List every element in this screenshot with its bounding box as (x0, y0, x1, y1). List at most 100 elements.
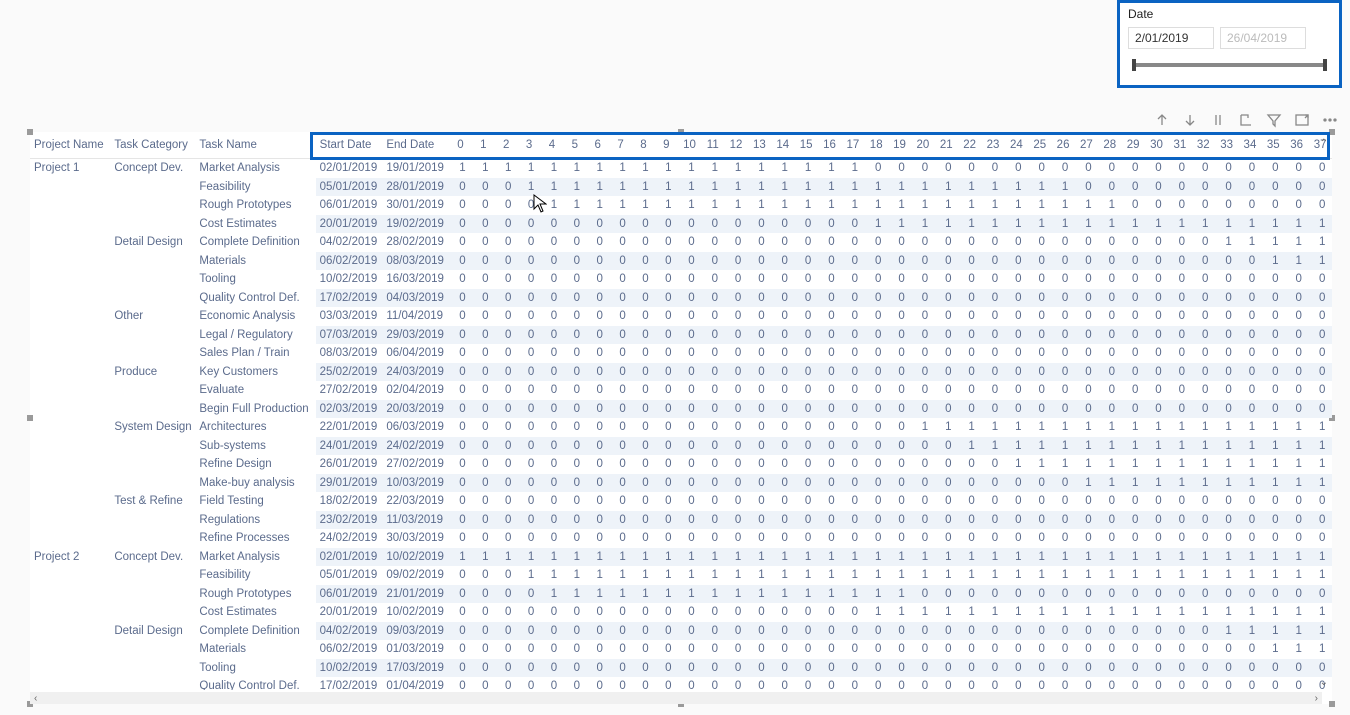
col-day-16[interactable]: 16 (818, 132, 841, 159)
matrix-visual[interactable]: Project Name Task Category Task Name Sta… (30, 132, 1332, 704)
col-day-4[interactable]: 4 (541, 132, 564, 159)
col-day-24[interactable]: 24 (1005, 132, 1028, 159)
table-row[interactable]: Rough Prototypes06/01/201921/01/20190000… (30, 585, 1332, 604)
date-start-input[interactable] (1128, 27, 1214, 49)
table-row[interactable]: Quality Control Def.17/02/201904/03/2019… (30, 289, 1332, 308)
cell-value: 1 (449, 548, 472, 567)
cell-value: 0 (888, 270, 911, 289)
col-day-20[interactable]: 20 (911, 132, 934, 159)
col-day-3[interactable]: 3 (518, 132, 541, 159)
col-day-21[interactable]: 21 (935, 132, 958, 159)
col-day-35[interactable]: 35 (1262, 132, 1285, 159)
table-row[interactable]: Cost Estimates20/01/201910/02/2019000000… (30, 603, 1332, 622)
table-row[interactable]: Refine Design26/01/201927/02/20190000000… (30, 455, 1332, 474)
col-day-30[interactable]: 30 (1145, 132, 1168, 159)
date-slicer[interactable]: Date (1117, 0, 1342, 88)
col-day-9[interactable]: 9 (655, 132, 678, 159)
horizontal-scrollbar[interactable]: ‹ › (30, 692, 1322, 704)
col-day-1[interactable]: 1 (472, 132, 495, 159)
col-day-31[interactable]: 31 (1168, 132, 1191, 159)
col-day-13[interactable]: 13 (748, 132, 771, 159)
table-row[interactable]: Project 2Concept Dev.Market Analysis02/0… (30, 548, 1332, 567)
col-day-12[interactable]: 12 (724, 132, 747, 159)
col-day-36[interactable]: 36 (1285, 132, 1308, 159)
drill-down-on-icon[interactable] (1182, 112, 1198, 128)
col-day-18[interactable]: 18 (865, 132, 888, 159)
col-project[interactable]: Project Name (30, 132, 110, 159)
date-slider[interactable] (1132, 63, 1327, 67)
resize-handle[interactable] (1329, 701, 1335, 707)
col-day-26[interactable]: 26 (1051, 132, 1074, 159)
col-day-8[interactable]: 8 (632, 132, 655, 159)
table-row[interactable]: Evaluate27/02/201902/04/2019000000000000… (30, 381, 1332, 400)
table-row[interactable]: Quality Control Def.17/02/201901/04/2019… (30, 677, 1332, 690)
scroll-right-icon[interactable]: › (1315, 693, 1318, 704)
col-day-34[interactable]: 34 (1238, 132, 1261, 159)
table-row[interactable]: Tooling10/02/201916/03/20190000000000000… (30, 270, 1332, 289)
col-day-11[interactable]: 11 (701, 132, 724, 159)
cell-value: 0 (678, 418, 701, 437)
col-day-0[interactable]: 0 (449, 132, 472, 159)
col-end[interactable]: End Date (382, 132, 449, 159)
col-start[interactable]: Start Date (316, 132, 383, 159)
col-day-25[interactable]: 25 (1028, 132, 1051, 159)
table-row[interactable]: ProduceKey Customers25/02/201924/03/2019… (30, 363, 1332, 382)
col-day-10[interactable]: 10 (678, 132, 701, 159)
table-row[interactable]: Cost Estimates20/01/201919/02/2019000000… (30, 215, 1332, 234)
table-row[interactable]: Rough Prototypes06/01/201930/01/20190000… (30, 196, 1332, 215)
slider-thumb-end[interactable] (1323, 59, 1327, 71)
col-day-5[interactable]: 5 (563, 132, 586, 159)
col-day-17[interactable]: 17 (841, 132, 864, 159)
col-day-15[interactable]: 15 (794, 132, 817, 159)
scroll-down-icon[interactable]: ⌄ (1320, 677, 1328, 688)
col-day-23[interactable]: 23 (981, 132, 1004, 159)
drill-through-icon[interactable] (1238, 112, 1254, 128)
table-row[interactable]: Regulations23/02/201911/03/2019000000000… (30, 511, 1332, 530)
table-row[interactable]: Sub-systems24/01/201924/02/2019000000000… (30, 437, 1332, 456)
table-row[interactable]: Materials06/02/201908/03/201900000000000… (30, 252, 1332, 271)
table-row[interactable]: Feasibility05/01/201909/02/2019000111111… (30, 566, 1332, 585)
focus-mode-icon[interactable] (1294, 112, 1310, 128)
filter-icon[interactable] (1266, 112, 1282, 128)
col-day-27[interactable]: 27 (1075, 132, 1098, 159)
drill-up-icon[interactable] (1154, 112, 1170, 128)
table-row[interactable]: Make-buy analysis29/01/201910/03/2019000… (30, 474, 1332, 493)
table-row[interactable]: Materials06/02/201901/03/201900000000000… (30, 640, 1332, 659)
cell-value: 0 (1215, 585, 1238, 604)
table-row[interactable]: Tooling10/02/201917/03/20190000000000000… (30, 659, 1332, 678)
cell-value: 0 (935, 585, 958, 604)
col-category[interactable]: Task Category (110, 132, 195, 159)
matrix-table[interactable]: Project Name Task Category Task Name Sta… (30, 132, 1332, 690)
col-day-32[interactable]: 32 (1192, 132, 1215, 159)
table-row[interactable]: Sales Plan / Train08/03/201906/04/201900… (30, 344, 1332, 363)
cell-category: Detail Design (110, 233, 195, 252)
col-day-6[interactable]: 6 (586, 132, 609, 159)
table-row[interactable]: Legal / Regulatory07/03/201929/03/201900… (30, 326, 1332, 345)
scroll-left-icon[interactable]: ‹ (34, 693, 37, 704)
table-row[interactable]: Begin Full Production02/03/201920/03/201… (30, 400, 1332, 419)
table-row[interactable]: Detail DesignComplete Definition04/02/20… (30, 233, 1332, 252)
table-row[interactable]: Feasibility05/01/201928/01/2019000111111… (30, 178, 1332, 197)
col-day-19[interactable]: 19 (888, 132, 911, 159)
table-row[interactable]: Detail DesignComplete Definition04/02/20… (30, 622, 1332, 641)
col-day-28[interactable]: 28 (1098, 132, 1121, 159)
table-row[interactable]: OtherEconomic Analysis03/03/201911/04/20… (30, 307, 1332, 326)
scroll-up-icon[interactable]: ⌃ (1320, 138, 1328, 149)
slider-thumb-start[interactable] (1132, 59, 1136, 71)
col-day-29[interactable]: 29 (1121, 132, 1144, 159)
col-day-22[interactable]: 22 (958, 132, 981, 159)
table-row[interactable]: Refine Processes24/02/201930/03/20190000… (30, 529, 1332, 548)
cell-value: 0 (701, 474, 724, 493)
table-row[interactable]: System DesignArchitectures22/01/201906/0… (30, 418, 1332, 437)
col-task[interactable]: Task Name (195, 132, 315, 159)
col-day-7[interactable]: 7 (609, 132, 632, 159)
more-icon[interactable] (1322, 112, 1338, 128)
col-day-2[interactable]: 2 (495, 132, 518, 159)
table-row[interactable]: Project 1Concept Dev.Market Analysis02/0… (30, 159, 1332, 178)
table-row[interactable]: Test & RefineField Testing18/02/201922/0… (30, 492, 1332, 511)
date-end-input[interactable] (1220, 27, 1306, 49)
expand-all-icon[interactable] (1210, 112, 1226, 128)
col-day-33[interactable]: 33 (1215, 132, 1238, 159)
cell-task: Cost Estimates (195, 603, 315, 622)
col-day-14[interactable]: 14 (771, 132, 794, 159)
